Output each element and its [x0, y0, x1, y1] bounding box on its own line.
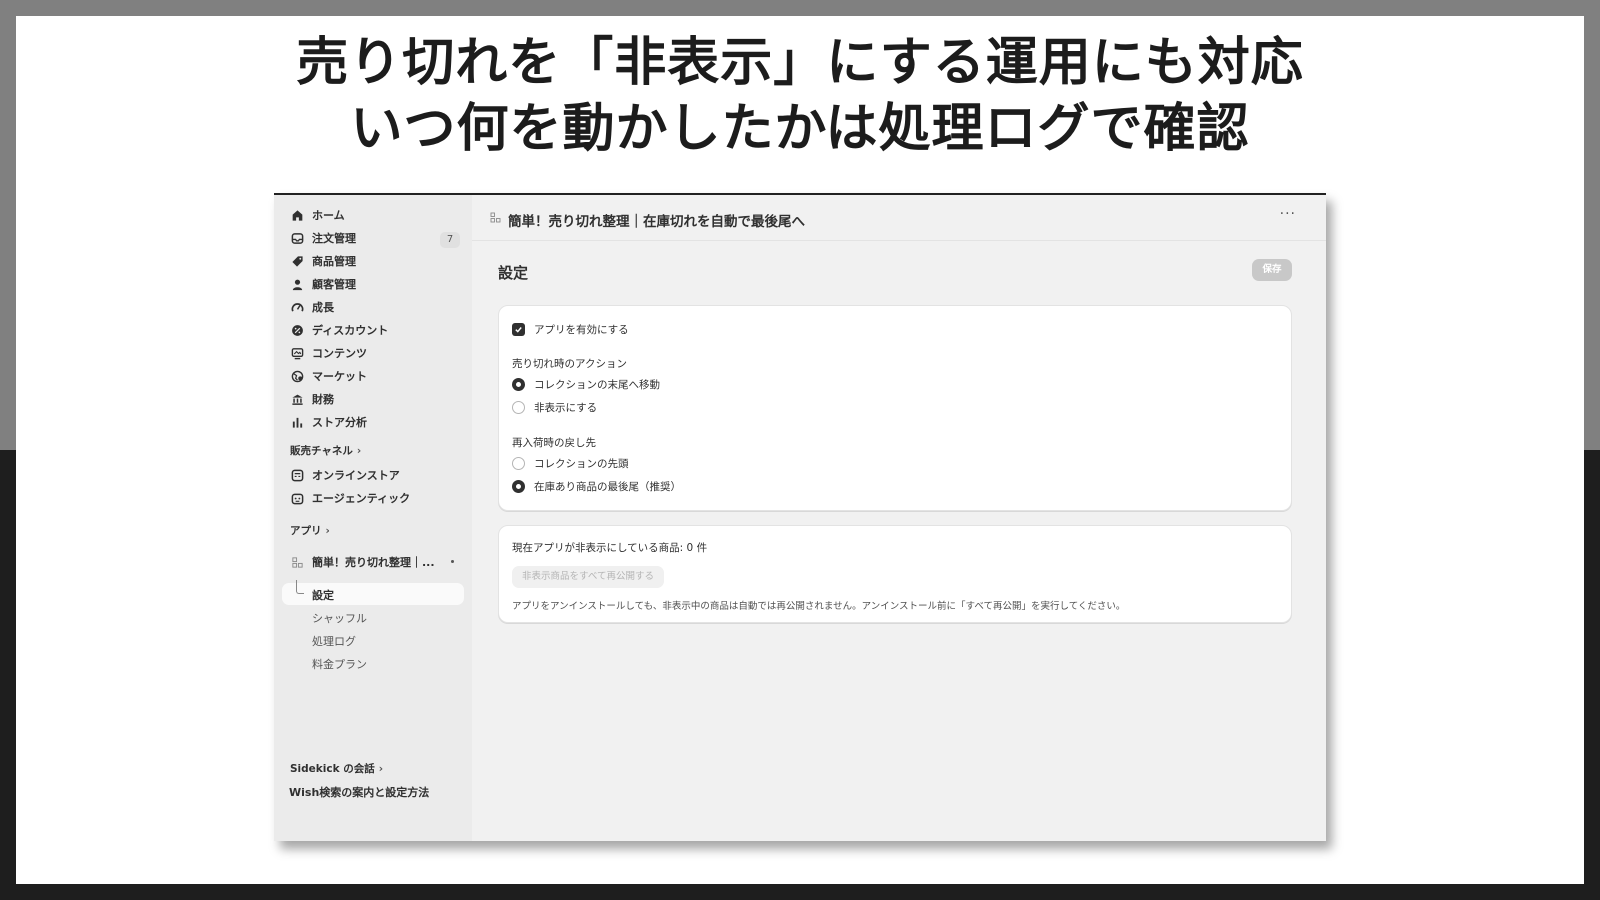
sidebar-item-products[interactable]: 商品管理: [290, 251, 356, 271]
radio-unselected-icon: [512, 401, 525, 414]
sidebar-item-customers[interactable]: 顧客管理: [290, 274, 356, 294]
headline-line-2: いつ何を動かしたかは処理ログで確認: [350, 99, 1250, 159]
sidebar-item-app[interactable]: 簡単！売り切れ整理｜...: [290, 552, 435, 572]
wish-guide-link[interactable]: Wish検索の案内と設定方法: [289, 784, 429, 800]
radio-unselected-icon: [512, 457, 525, 470]
robot-icon: [290, 491, 304, 505]
radio-hide[interactable]: 非表示にする: [512, 400, 597, 415]
sidebar-item-analytics[interactable]: ストア分析: [290, 412, 367, 432]
sidebar-item-label: エージェンティック: [312, 492, 411, 505]
more-menu-icon[interactable]: ···: [1280, 206, 1296, 222]
republish-all-button[interactable]: 非表示商品をすべて再公開する: [512, 566, 664, 588]
sidebar-item-label: 注文管理: [312, 232, 356, 245]
subnav-pricing[interactable]: 料金プラン: [312, 656, 367, 672]
content-icon: [290, 346, 304, 360]
hidden-products-card: 現在アプリが非表示にしている商品: 0 件 非表示商品をすべて再公開する アプリ…: [498, 525, 1292, 623]
subnav-shuffle[interactable]: シャッフル: [312, 610, 367, 626]
app-title: 簡単！売り切れ整理｜在庫切れを自動で最後尾へ: [508, 214, 805, 230]
store-icon: [290, 468, 304, 482]
chevron-right-icon: ›: [356, 445, 362, 457]
inbox-icon: [290, 231, 304, 245]
radio-selected-icon: [512, 378, 525, 391]
chevron-right-icon: ›: [325, 525, 330, 537]
headline-line-1: 売り切れを「非表示」にする運用にも対応: [296, 33, 1304, 93]
sidebar-item-markets[interactable]: マーケット: [290, 366, 367, 386]
apps-label: アプリ: [290, 525, 322, 537]
home-icon: [290, 208, 304, 222]
sidebar-item-label: マーケット: [312, 370, 367, 383]
hidden-count-text: 現在アプリが非表示にしている商品: 0 件: [512, 542, 708, 554]
settings-card: アプリを有効にする 売り切れ時のアクション コレクションの末尾へ移動 非表示にす…: [498, 305, 1292, 511]
tag-icon: [290, 254, 304, 268]
sidebar-item-label: 成長: [312, 301, 334, 314]
bar-chart-icon: [290, 415, 304, 429]
app-window: ホーム 注文管理 7 商品管理 顧客管理 成長 ディスカウント コンテンツ マー…: [274, 193, 1326, 841]
active-subitem-highlight: [282, 583, 464, 605]
main-content: 簡単！売り切れ整理｜在庫切れを自動で最後尾へ ··· 設定 保存 アプリを有効に…: [472, 195, 1326, 841]
radio-label: コレクションの先頭: [534, 458, 629, 470]
app-pin-dot: [451, 560, 454, 563]
radio-label: 非表示にする: [534, 402, 598, 414]
radio-label: コレクションの末尾へ移動: [534, 379, 660, 391]
sidekick-link[interactable]: Sidekick の会話 ›: [290, 761, 383, 776]
globe-icon: [290, 369, 304, 383]
app-grid-icon: [490, 212, 501, 223]
subnav-process-log[interactable]: 処理ログ: [312, 633, 356, 649]
sidebar-item-label: 商品管理: [312, 255, 356, 268]
page-title: 設定: [498, 264, 529, 282]
tree-connector: [296, 580, 304, 594]
sidebar: ホーム 注文管理 7 商品管理 顧客管理 成長 ディスカウント コンテンツ マー…: [274, 195, 472, 841]
enable-app-label: アプリを有効にする: [534, 324, 629, 336]
sidebar-item-label: 簡単！売り切れ整理｜...: [312, 556, 435, 569]
discount-icon: [290, 323, 304, 337]
radio-label: 在庫あり商品の最後尾（推奨）: [534, 481, 681, 493]
restock-label: 再入荷時の戻し先: [512, 437, 596, 449]
sidebar-item-label: コンテンツ: [312, 347, 367, 360]
checkbox-checked-icon: [512, 323, 525, 336]
sidebar-item-label: オンラインストア: [312, 469, 400, 482]
enable-app-checkbox[interactable]: アプリを有効にする: [512, 322, 629, 337]
sidebar-item-discounts[interactable]: ディスカウント: [290, 320, 388, 340]
sidebar-item-label: ホーム: [312, 209, 345, 222]
sales-channels-label: 販売チャネル: [290, 445, 353, 457]
sidebar-item-agentic[interactable]: エージェンティック: [290, 488, 410, 508]
save-button[interactable]: 保存: [1252, 259, 1292, 281]
radio-selected-icon: [512, 480, 525, 493]
radio-instock-last[interactable]: 在庫あり商品の最後尾（推奨）: [512, 479, 681, 494]
sidebar-item-orders[interactable]: 注文管理: [290, 228, 356, 248]
sidebar-item-growth[interactable]: 成長: [290, 297, 334, 317]
bank-icon: [290, 392, 304, 406]
gauge-icon: [290, 300, 304, 314]
uninstall-note: アプリをアンインストールしても、非表示中の商品は自動では再公開されません。アンイ…: [512, 601, 1126, 612]
radio-move-to-end[interactable]: コレクションの末尾へ移動: [512, 377, 660, 392]
sidebar-item-label: ストア分析: [312, 416, 367, 429]
sidebar-item-label: ディスカウント: [312, 324, 389, 337]
radio-collection-top[interactable]: コレクションの先頭: [512, 456, 629, 471]
subnav-settings[interactable]: 設定: [312, 587, 334, 603]
headline: 売り切れを「非表示」にする運用にも対応 いつ何を動かしたかは処理ログで確認: [0, 30, 1600, 162]
person-icon: [290, 277, 304, 291]
soldout-action-label: 売り切れ時のアクション: [512, 358, 627, 370]
sidebar-item-label: 顧客管理: [312, 278, 356, 291]
apps-header[interactable]: アプリ ›: [290, 523, 330, 538]
app-grid-icon: [290, 555, 304, 569]
sidebar-item-finance[interactable]: 財務: [290, 389, 334, 409]
sales-channels-header[interactable]: 販売チャネル ›: [290, 443, 361, 458]
sidebar-item-home[interactable]: ホーム: [290, 205, 345, 225]
sidebar-item-label: 財務: [312, 393, 334, 406]
app-topbar: 簡単！売り切れ整理｜在庫切れを自動で最後尾へ ···: [472, 195, 1326, 241]
chevron-right-icon: ›: [378, 763, 384, 775]
sidekick-label: Sidekick の会話: [290, 763, 375, 775]
orders-count-badge: 7: [440, 232, 460, 248]
sidebar-item-online-store[interactable]: オンラインストア: [290, 465, 400, 485]
sidebar-item-content[interactable]: コンテンツ: [290, 343, 367, 363]
